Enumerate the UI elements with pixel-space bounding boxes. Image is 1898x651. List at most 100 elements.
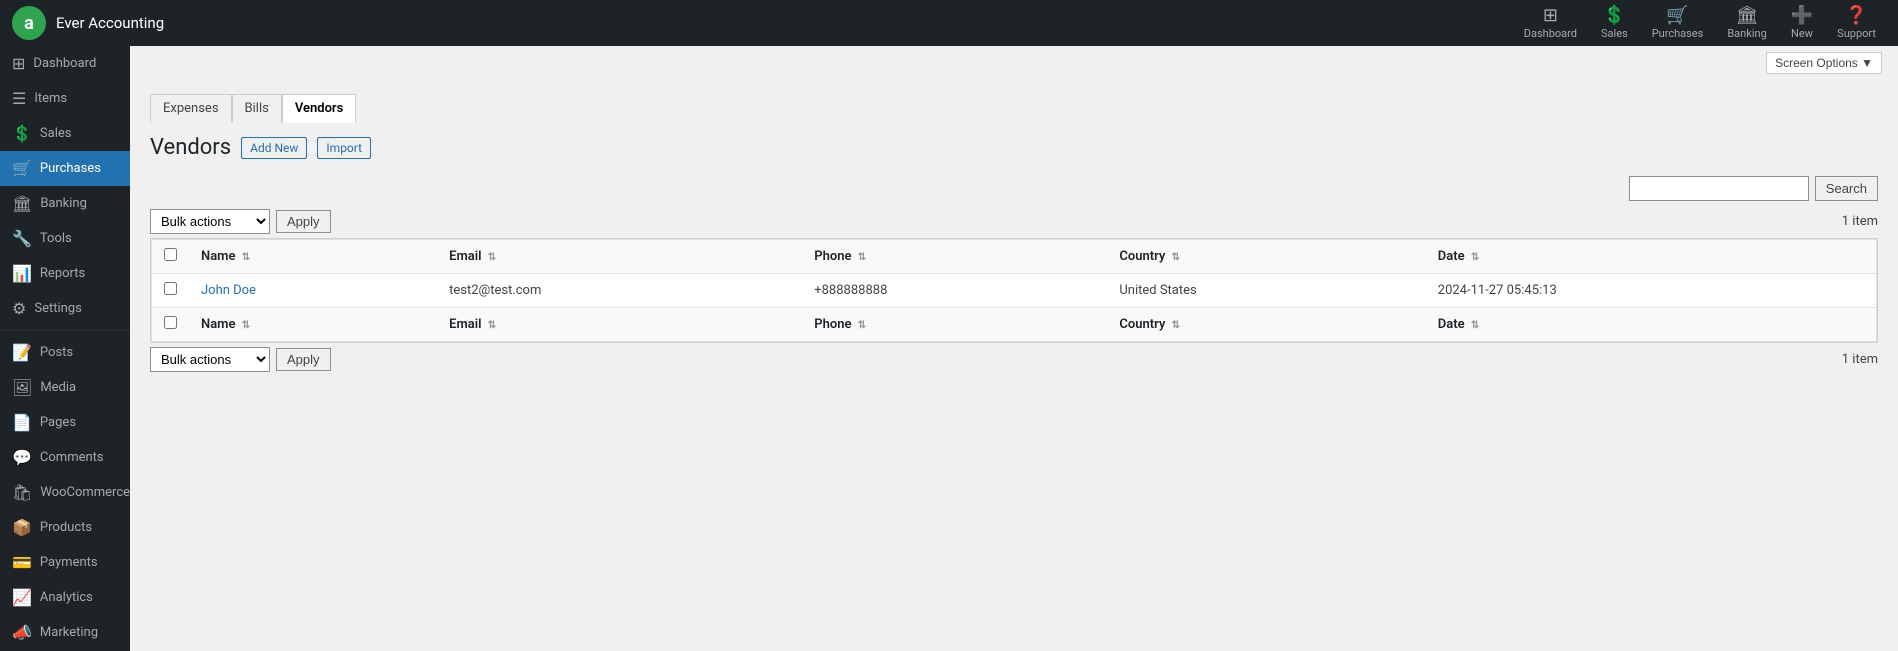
name-sort-icon: ⇅: [242, 252, 250, 263]
add-new-button[interactable]: Add New: [241, 137, 307, 159]
sales-sidebar-icon: 💲: [12, 124, 32, 143]
top-bar: a Ever Accounting ⊞ Dashboard 💲 Sales 🛒 …: [0, 0, 1898, 46]
sidebar: ⊞ Dashboard ☰ Items 💲 Sales 🛒 Purchases …: [0, 46, 130, 651]
col-name[interactable]: Name ⇅: [189, 240, 437, 274]
tab-vendors[interactable]: Vendors: [282, 94, 356, 123]
topnav-support[interactable]: ❓ Support: [1827, 3, 1886, 44]
topnav-banking[interactable]: 🏛 Banking: [1717, 3, 1776, 44]
sidebar-item-settings[interactable]: ⚙ Settings: [0, 291, 130, 326]
date-sort-icon-bottom: ⇅: [1471, 320, 1479, 331]
sidebar-item-marketing[interactable]: 📣 Marketing: [0, 615, 130, 650]
row-date: 2024-11-27 05:45:13: [1426, 274, 1877, 308]
analytics-sidebar-icon: 📈: [12, 588, 32, 607]
sidebar-item-sales[interactable]: 💲 Sales: [0, 116, 130, 151]
topnav-sales[interactable]: 💲 Sales: [1591, 3, 1638, 44]
sidebar-item-posts[interactable]: 📝 Posts: [0, 335, 130, 370]
import-button[interactable]: Import: [317, 137, 371, 159]
main-content: Screen Options ▼ Expenses Bills Vendors …: [130, 46, 1898, 651]
page-header: Vendors Add New Import: [150, 135, 1878, 160]
tab-expenses[interactable]: Expenses: [150, 94, 232, 123]
row-checkbox-cell: [152, 274, 190, 308]
pages-sidebar-icon: 📄: [12, 413, 32, 432]
table-header-row: Name ⇅ Email ⇅ Phone ⇅: [152, 240, 1877, 274]
topnav-new[interactable]: ➕ New: [1781, 3, 1823, 44]
payments-sidebar-icon: 💳: [12, 553, 32, 572]
new-icon: ➕: [1791, 7, 1813, 25]
item-count-top: 1 item: [1842, 214, 1878, 229]
col-email-bottom[interactable]: Email ⇅: [437, 308, 802, 342]
vendors-table-container: Name ⇅ Email ⇅ Phone ⇅: [150, 238, 1878, 343]
content-area: Expenses Bills Vendors Vendors Add New I…: [130, 74, 1898, 392]
comments-sidebar-icon: 💬: [12, 448, 32, 467]
select-all-checkbox-bottom[interactable]: [164, 316, 177, 329]
bulk-actions-top: Bulk actions Apply 1 item: [150, 209, 1878, 234]
sidebar-item-woocommerce[interactable]: 🛍 WooCommerce: [0, 475, 130, 510]
table-row: John Doe test2@test.com +888888888 Unite…: [152, 274, 1877, 308]
tools-sidebar-icon: 🔧: [12, 229, 32, 248]
select-all-checkbox[interactable]: [164, 248, 177, 261]
woo-sidebar-icon: 🛍: [12, 483, 32, 502]
purchases-sidebar-icon: 🛒: [12, 159, 32, 178]
support-icon: ❓: [1845, 7, 1867, 25]
topnav-purchases[interactable]: 🛒 Purchases: [1642, 3, 1714, 44]
table-footer-row: Name ⇅ Email ⇅ Phone ⇅: [152, 308, 1877, 342]
select-all-header: [152, 240, 190, 274]
search-input[interactable]: [1629, 176, 1809, 201]
bulk-actions-select-bottom[interactable]: Bulk actions: [150, 347, 270, 372]
email-sort-icon-bottom: ⇅: [488, 320, 496, 331]
date-sort-icon: ⇅: [1471, 252, 1479, 263]
select-all-footer: [152, 308, 190, 342]
col-date[interactable]: Date ⇅: [1426, 240, 1877, 274]
sidebar-item-pages[interactable]: 📄 Pages: [0, 405, 130, 440]
screen-options-row: Screen Options ▼: [130, 46, 1898, 74]
page-title: Vendors: [150, 135, 231, 160]
sidebar-item-products[interactable]: 📦 Products: [0, 510, 130, 545]
sidebar-item-reports[interactable]: 📊 Reports: [0, 256, 130, 291]
posts-sidebar-icon: 📝: [12, 343, 32, 362]
col-country[interactable]: Country ⇅: [1107, 240, 1425, 274]
apply-button-bottom[interactable]: Apply: [276, 348, 331, 371]
row-phone: +888888888: [802, 274, 1107, 308]
layout: ⊞ Dashboard ☰ Items 💲 Sales 🛒 Purchases …: [0, 46, 1898, 651]
col-country-bottom[interactable]: Country ⇅: [1107, 308, 1425, 342]
sidebar-item-payments[interactable]: 💳 Payments: [0, 545, 130, 580]
col-phone-bottom[interactable]: Phone ⇅: [802, 308, 1107, 342]
phone-sort-icon-bottom: ⇅: [858, 320, 866, 331]
sidebar-item-items[interactable]: ☰ Items: [0, 81, 130, 116]
name-sort-icon-bottom: ⇅: [242, 320, 250, 331]
tabs: Expenses Bills Vendors: [150, 94, 1878, 123]
sidebar-item-tools[interactable]: 🔧 Tools: [0, 221, 130, 256]
dashboard-sidebar-icon: ⊞: [12, 54, 25, 73]
sidebar-item-comments[interactable]: 💬 Comments: [0, 440, 130, 475]
app-logo[interactable]: a Ever Accounting: [12, 6, 184, 40]
tab-bills[interactable]: Bills: [232, 94, 282, 123]
banking-sidebar-icon: 🏛: [12, 194, 32, 213]
topnav-dashboard[interactable]: ⊞ Dashboard: [1514, 3, 1587, 44]
apply-button-top[interactable]: Apply: [276, 210, 331, 233]
media-sidebar-icon: 🖼: [12, 378, 32, 397]
row-country: United States: [1107, 274, 1425, 308]
item-count-bottom: 1 item: [1842, 352, 1878, 367]
vendor-name-link[interactable]: John Doe: [201, 283, 256, 298]
sidebar-divider-1: [0, 330, 130, 331]
col-name-bottom[interactable]: Name ⇅: [189, 308, 437, 342]
col-phone[interactable]: Phone ⇅: [802, 240, 1107, 274]
row-checkbox[interactable]: [164, 282, 177, 295]
sidebar-item-analytics[interactable]: 📈 Analytics: [0, 580, 130, 615]
items-sidebar-icon: ☰: [12, 89, 26, 108]
sidebar-item-purchases[interactable]: 🛒 Purchases: [0, 151, 130, 186]
screen-options-button[interactable]: Screen Options ▼: [1766, 52, 1882, 74]
sidebar-item-media[interactable]: 🖼 Media: [0, 370, 130, 405]
search-button[interactable]: Search: [1815, 176, 1878, 201]
country-sort-icon-bottom: ⇅: [1172, 320, 1180, 331]
col-email[interactable]: Email ⇅: [437, 240, 802, 274]
phone-sort-icon: ⇅: [858, 252, 866, 263]
sidebar-item-dashboard[interactable]: ⊞ Dashboard: [0, 46, 130, 81]
row-name: John Doe: [189, 274, 437, 308]
col-date-bottom[interactable]: Date ⇅: [1426, 308, 1877, 342]
cart-icon: 🛒: [1666, 7, 1688, 25]
sidebar-item-banking[interactable]: 🏛 Banking: [0, 186, 130, 221]
dashboard-icon: ⊞: [1543, 7, 1558, 25]
banking-icon: 🏛: [1736, 7, 1759, 25]
bulk-actions-select-top[interactable]: Bulk actions: [150, 209, 270, 234]
